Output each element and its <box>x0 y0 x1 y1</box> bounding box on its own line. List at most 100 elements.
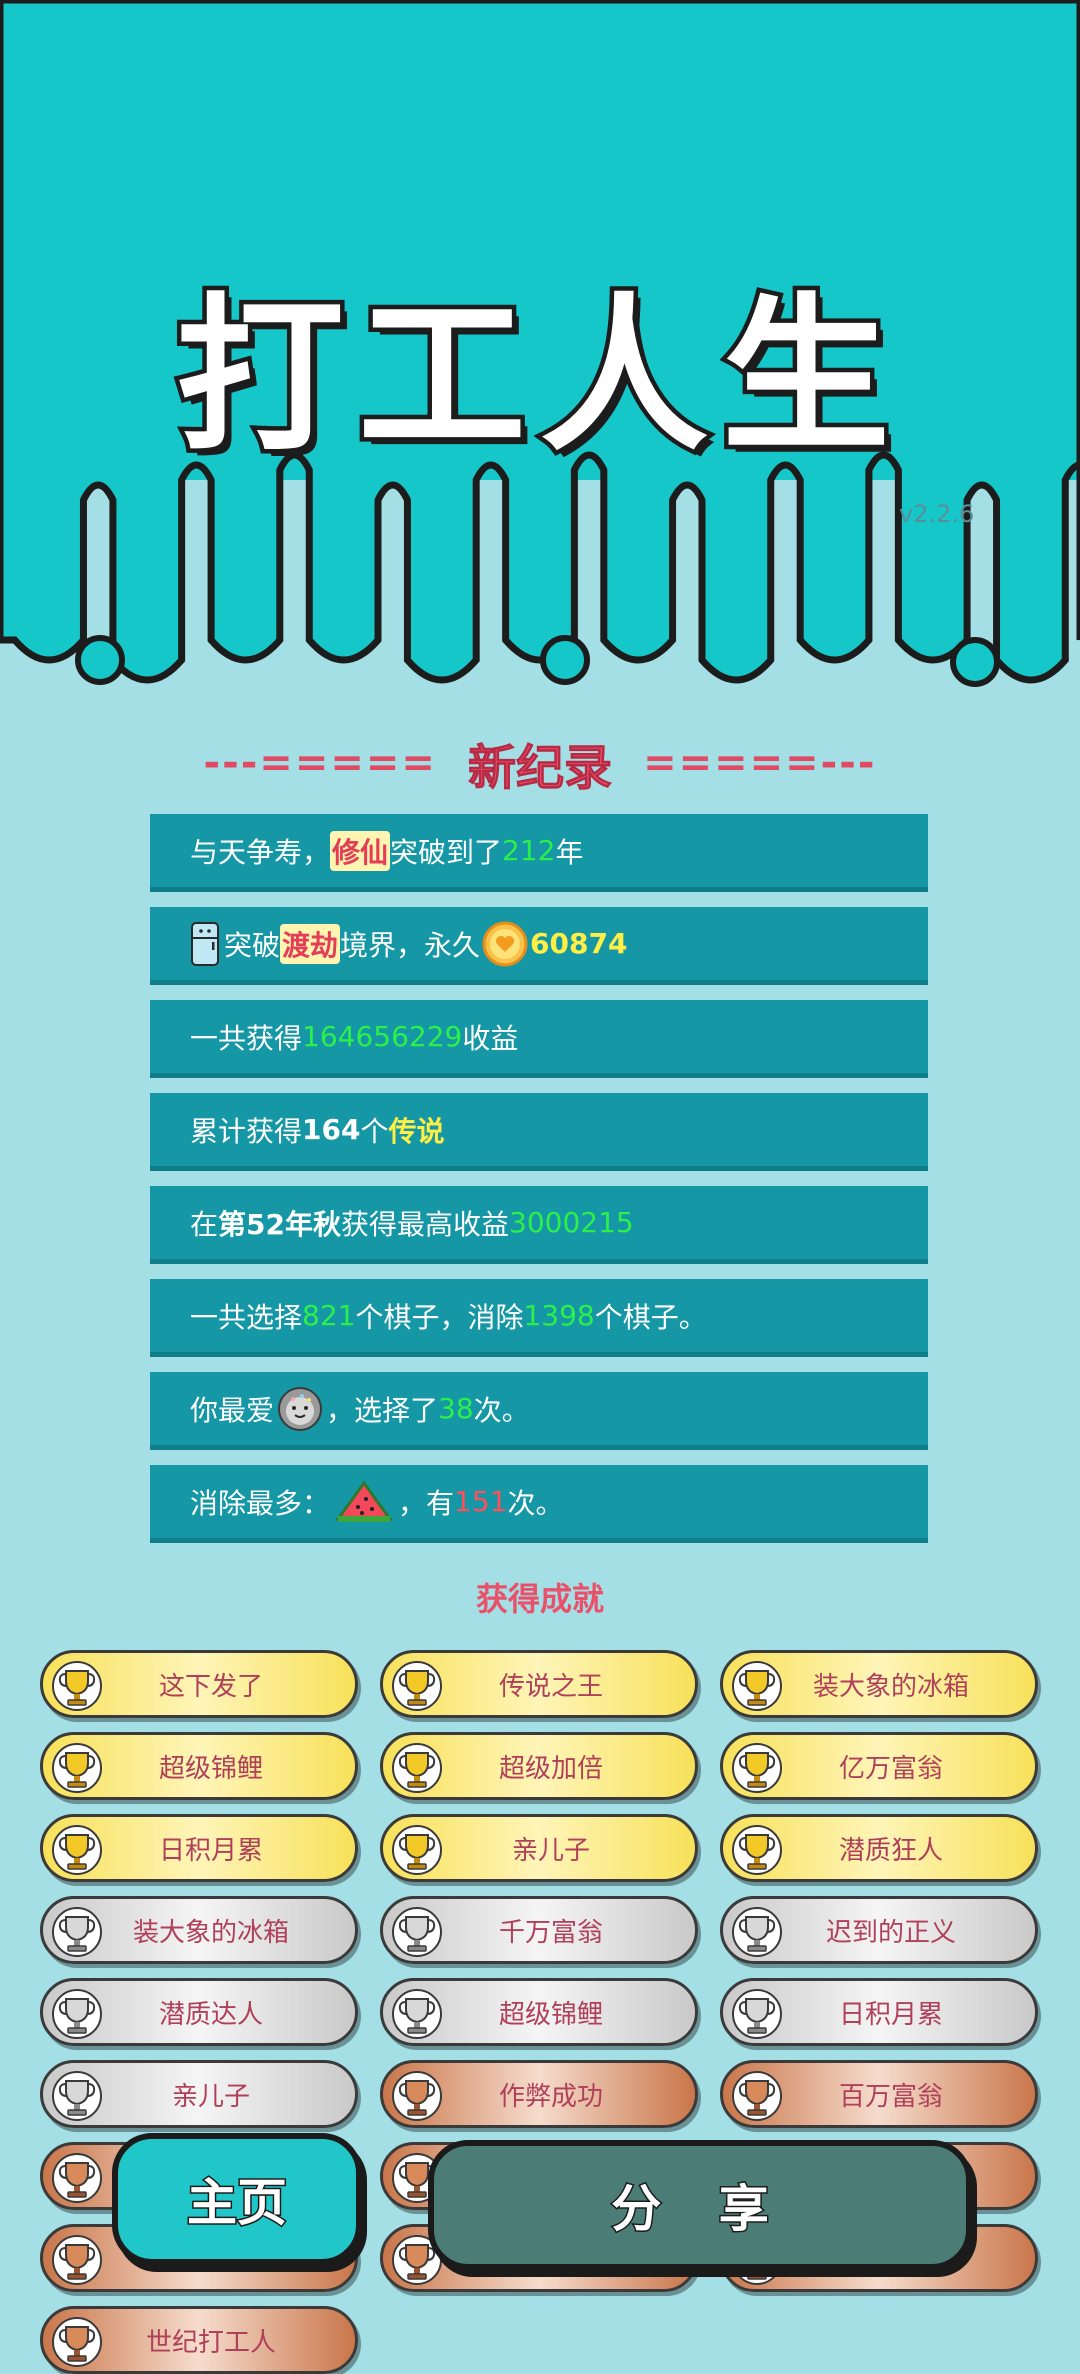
share-button[interactable]: 分 享 <box>428 2140 972 2270</box>
record-row-pieces: 一共选择 821 个棋子，消除 1398 个棋子。 <box>150 1279 928 1357</box>
achievement-badge: 亿万富翁 <box>720 1732 1038 1800</box>
drip-drop <box>540 635 590 685</box>
achievement-badge: 装大象的冰箱 <box>40 1896 358 1964</box>
trophy-icon <box>392 1661 442 1711</box>
record-text: ，选择了 <box>326 1393 439 1427</box>
record-text: 一共选择 <box>190 1300 303 1334</box>
record-season: 第52年秋 <box>218 1207 341 1241</box>
trophy-icon <box>732 1661 782 1711</box>
achievement-badge: 潜质达人 <box>40 1978 358 2046</box>
watermelon-icon <box>335 1479 393 1522</box>
record-value: 3000215 <box>509 1206 634 1239</box>
achievement-badge: 百万富翁 <box>720 2060 1038 2128</box>
rock-face-icon <box>278 1386 323 1431</box>
achievement-badge: 日积月累 <box>720 1978 1038 2046</box>
record-highlight: 修仙 <box>330 830 391 871</box>
trophy-icon <box>392 2071 442 2121</box>
trophy-icon <box>52 2235 102 2285</box>
record-text: 一共获得 <box>190 1021 303 1055</box>
new-record-title: 新纪录 <box>467 740 612 797</box>
app-title: 打工人生 <box>172 274 904 479</box>
trophy-icon <box>52 1989 102 2039</box>
record-text: 突破 <box>224 928 281 962</box>
drip-drop <box>75 635 125 685</box>
record-value: 38 <box>438 1392 474 1425</box>
trophy-icon <box>392 1743 442 1793</box>
records-list: 与天争寿， 修仙 突破到了 212 年 突破 渡劫 境界，永久 60874 一共… <box>150 814 928 1558</box>
trophy-icon <box>392 1825 442 1875</box>
achievement-label: 亲儿子 <box>511 1835 590 1866</box>
version-label: v2.2.6 <box>899 500 975 528</box>
record-highlight: 渡劫 <box>280 923 341 964</box>
achievement-label: 千万富翁 <box>498 1917 603 1948</box>
record-value: 60874 <box>530 927 628 960</box>
record-value: 821 <box>302 1299 356 1332</box>
achievement-badge: 亲儿子 <box>380 1814 698 1882</box>
achievement-label: 亲儿子 <box>171 2081 250 2112</box>
trophy-icon <box>52 2153 102 2203</box>
achievement-badge: 超级锦鲤 <box>40 1732 358 1800</box>
record-row-realm: 突破 渡劫 境界，永久 60874 <box>150 907 928 985</box>
record-text: 个棋子。 <box>594 1300 707 1334</box>
trophy-icon <box>52 1907 102 1957</box>
record-text: 获得最高收益 <box>340 1207 509 1241</box>
record-row-cultivation: 与天争寿， 修仙 突破到了 212 年 <box>150 814 928 892</box>
record-text: 个棋子，消除 <box>355 1300 524 1334</box>
coin-heart-icon <box>482 921 528 966</box>
achievement-badge: 亲儿子 <box>40 2060 358 2128</box>
achievement-badge: 迟到的正义 <box>720 1896 1038 1964</box>
achievement-badge: 潜质狂人 <box>720 1814 1038 1882</box>
trophy-icon <box>392 1907 442 1957</box>
achievement-badge: 超级锦鲤 <box>380 1978 698 2046</box>
trophy-icon <box>392 1989 442 2039</box>
achievement-label: 超级加倍 <box>498 1753 603 1784</box>
trophy-icon <box>52 1661 102 1711</box>
achievement-badge: 作弊成功 <box>380 2060 698 2128</box>
record-row-favorite: 你最爱 ，选择了 38 次。 <box>150 1372 928 1450</box>
achievement-label: 装大象的冰箱 <box>132 1917 289 1948</box>
record-value: 212 <box>502 834 556 867</box>
header-dashes-right: =====--- <box>643 740 877 786</box>
achievement-label: 日积月累 <box>838 1999 943 2030</box>
achievement-badge: 超级加倍 <box>380 1732 698 1800</box>
new-record-header: ---===== 新纪录 =====--- <box>0 728 1080 798</box>
home-button[interactable]: 主页 <box>112 2133 362 2265</box>
achievement-label: 潜质达人 <box>158 1999 263 2030</box>
achievement-label: 作弊成功 <box>498 2081 603 2112</box>
achievement-label: 潜质狂人 <box>838 1835 943 1866</box>
achievement-label: 亿万富翁 <box>838 1753 943 1784</box>
achievement-label: 世纪打工人 <box>145 2327 276 2358</box>
header-banner: 打工人生 v2.2.6 <box>0 0 1080 720</box>
drip-drop <box>950 637 1000 687</box>
record-value: 1398 <box>523 1299 595 1332</box>
trophy-icon <box>52 1825 102 1875</box>
record-value: 151 <box>454 1485 508 1518</box>
record-row-most-eliminated: 消除最多： ，有 151 次。 <box>150 1465 928 1543</box>
record-value: 164 <box>302 1113 361 1146</box>
record-text: 突破到了 <box>390 835 503 869</box>
record-text: 次。 <box>473 1393 530 1427</box>
achievement-label: 超级锦鲤 <box>498 1999 603 2030</box>
achievement-label: 百万富翁 <box>838 2081 943 2112</box>
trophy-icon <box>732 2071 782 2121</box>
achievement-label: 装大象的冰箱 <box>812 1671 969 1702</box>
record-text: 次。 <box>507 1486 564 1520</box>
achievement-badge: 这下发了 <box>40 1650 358 1718</box>
trophy-icon <box>732 1989 782 2039</box>
record-value: 164656229 <box>302 1020 463 1053</box>
achievement-label: 这下发了 <box>158 1671 263 1702</box>
record-text: 年 <box>555 835 584 869</box>
header-dashes-left: ---===== <box>203 740 437 786</box>
fridge-icon <box>191 921 219 966</box>
record-text: 个 <box>360 1114 389 1148</box>
record-text: 与天争寿， <box>190 835 331 869</box>
achievement-label: 迟到的正义 <box>825 1917 956 1948</box>
record-text: 收益 <box>462 1021 519 1055</box>
achievement-label: 日积月累 <box>158 1835 263 1866</box>
trophy-icon <box>52 2317 102 2367</box>
achievement-badge: 千万富翁 <box>380 1896 698 1964</box>
achievement-label: 超级锦鲤 <box>158 1753 263 1784</box>
record-text: ，有 <box>398 1486 455 1520</box>
trophy-icon <box>732 1825 782 1875</box>
achievement-label: 传说之王 <box>498 1671 603 1702</box>
